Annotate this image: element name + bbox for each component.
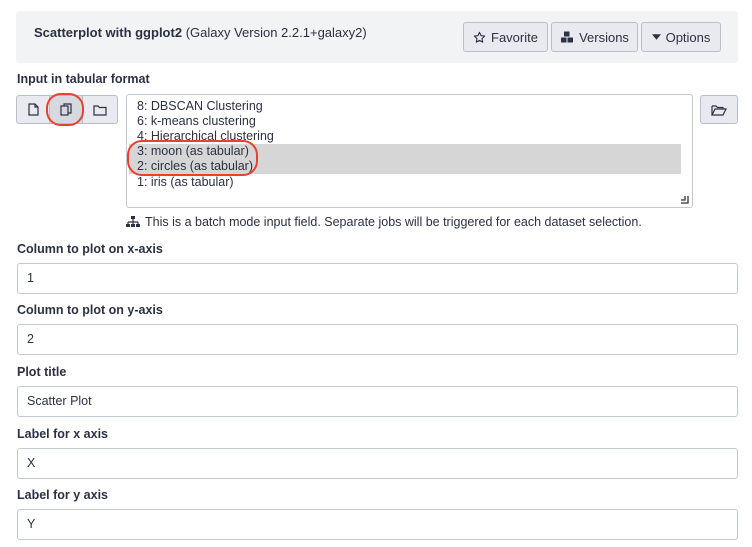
- tool-header: Scatterplot with ggplot2 (Galaxy Version…: [16, 11, 738, 63]
- plot-title-label: Plot title: [17, 365, 67, 379]
- tool-name: Scatterplot with ggplot2: [34, 25, 183, 40]
- batch-mode-note: This is a batch mode input field. Separa…: [126, 215, 642, 229]
- dataset-option-6[interactable]: 6: k-means clustering: [137, 114, 256, 129]
- options-label: Options: [665, 29, 711, 45]
- browse-datasets-button[interactable]: [700, 95, 738, 124]
- favorite-label: Favorite: [491, 29, 538, 45]
- tool-title: Scatterplot with ggplot2 (Galaxy Version…: [34, 25, 367, 40]
- dataset-option-1[interactable]: 1: iris (as tabular): [137, 175, 234, 190]
- versions-label: Versions: [579, 29, 629, 45]
- single-dataset-button[interactable]: [16, 95, 50, 124]
- tool-version: (Galaxy Version 2.2.1+galaxy2): [185, 25, 367, 40]
- caret-down-icon: [651, 34, 661, 40]
- highlight-circle-multiple: [46, 93, 84, 126]
- sitemap-icon: [126, 216, 140, 227]
- batch-mode-text: This is a batch mode input field. Separa…: [145, 215, 642, 229]
- file-icon: [27, 103, 39, 116]
- favorite-button[interactable]: Favorite: [463, 22, 548, 52]
- folder-icon: [93, 104, 107, 116]
- x-column-input[interactable]: 1: [17, 263, 738, 294]
- y-column-label: Column to plot on y-axis: [17, 303, 163, 317]
- dataset-collection-button[interactable]: [82, 95, 118, 124]
- highlight-circle-selection: [127, 140, 258, 176]
- x-axis-label-label: Label for x axis: [17, 427, 109, 441]
- versions-button[interactable]: Versions: [551, 22, 638, 52]
- resize-handle-icon[interactable]: [680, 195, 689, 204]
- star-icon: [473, 31, 486, 43]
- y-column-input[interactable]: 2: [17, 324, 738, 355]
- folder-open-icon: [711, 104, 727, 116]
- input-label: Input in tabular format: [17, 72, 150, 86]
- options-button[interactable]: Options: [641, 22, 721, 52]
- x-column-label: Column to plot on x-axis: [17, 242, 163, 256]
- dataset-option-8[interactable]: 8: DBSCAN Clustering: [137, 99, 263, 114]
- y-axis-label-label: Label for y axis: [17, 488, 109, 502]
- cubes-icon: [561, 31, 574, 42]
- y-axis-label-input[interactable]: Y: [17, 509, 738, 540]
- x-axis-label-input[interactable]: X: [17, 448, 738, 479]
- plot-title-input[interactable]: Scatter Plot: [17, 386, 738, 417]
